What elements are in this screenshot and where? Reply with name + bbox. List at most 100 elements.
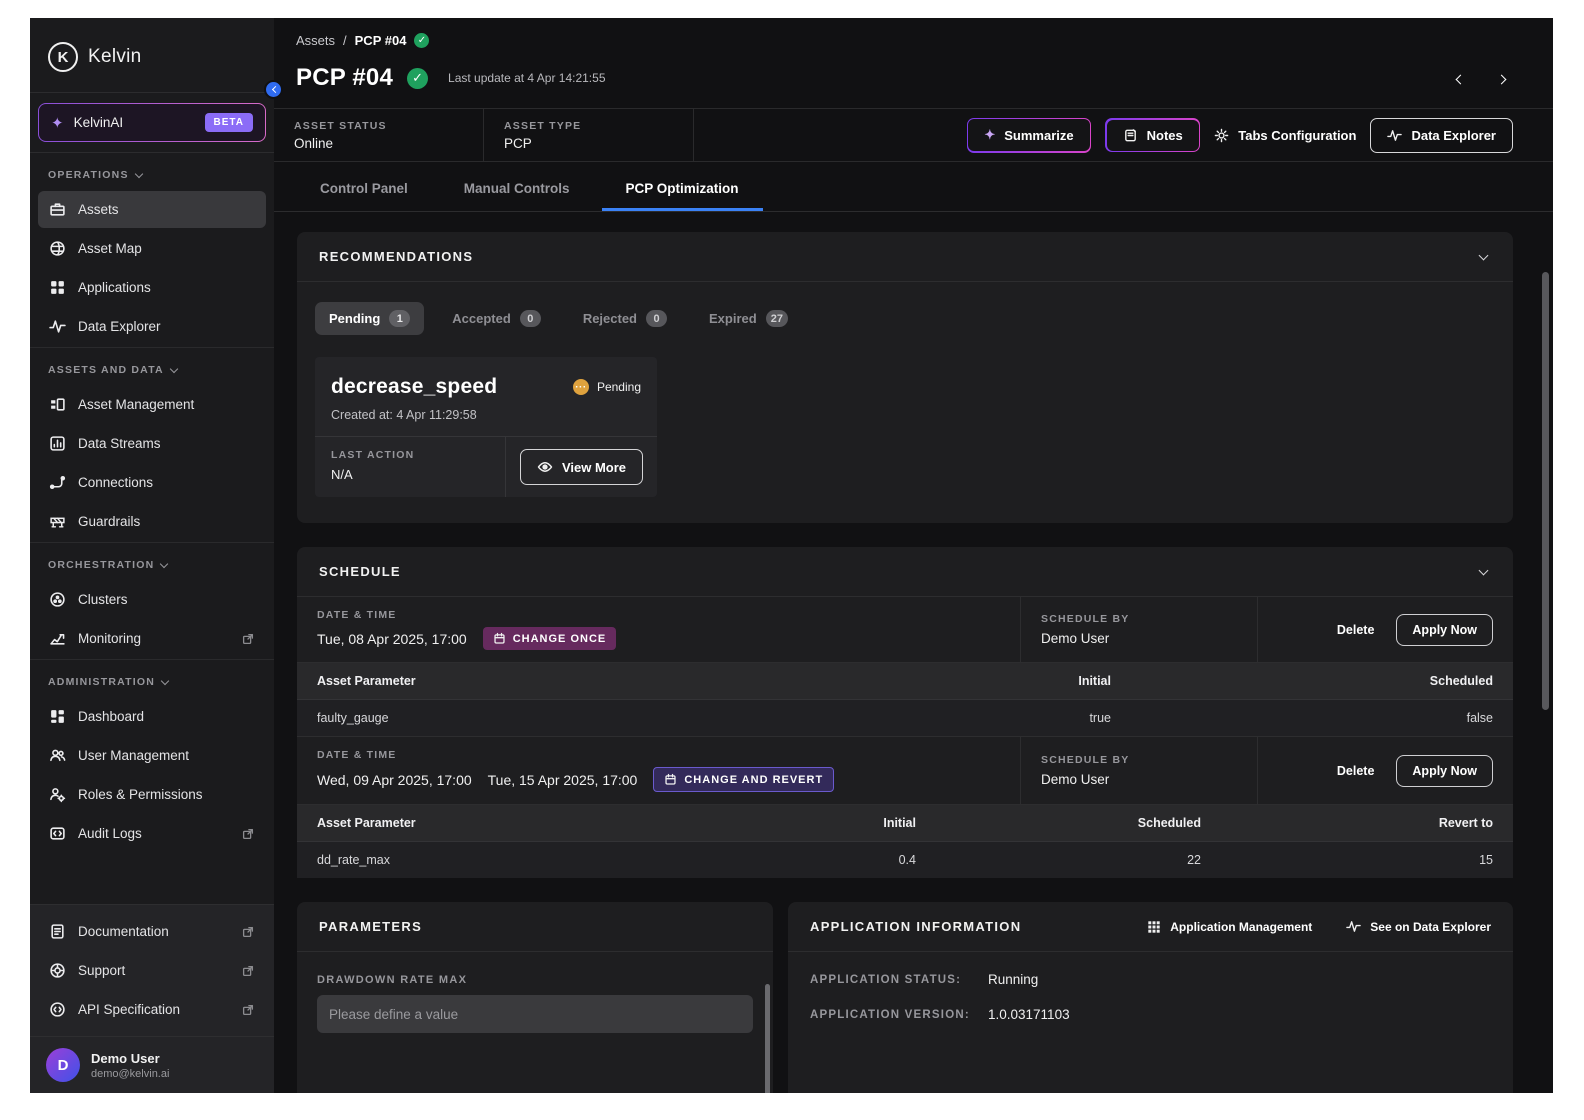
- tabs-configuration-button[interactable]: Tabs Configuration: [1214, 128, 1356, 143]
- sidebar-item-documentation[interactable]: Documentation: [38, 913, 266, 950]
- application-management-link[interactable]: Application Management: [1147, 920, 1312, 934]
- schedule-panel: SCHEDULE DATE & TIME Tue, 08 Apr 2025, 1…: [297, 547, 1513, 878]
- pulse-icon: [1387, 128, 1402, 143]
- sidebar-footer: Documentation Support API Specification: [30, 904, 274, 1036]
- sidebar-item-data-explorer[interactable]: Data Explorer: [38, 308, 266, 345]
- schedule-entry: DATE & TIME Wed, 09 Apr 2025, 17:00 Tue,…: [297, 737, 1513, 805]
- count-badge: 27: [766, 310, 788, 327]
- parameters-scrollbar-thumb[interactable]: [765, 984, 770, 1093]
- sidebar-item-clusters[interactable]: Clusters: [38, 581, 266, 618]
- main-scrollbar-thumb[interactable]: [1542, 272, 1549, 710]
- sidebar-item-user-management[interactable]: User Management: [38, 737, 266, 774]
- sidebar-item-monitoring[interactable]: Monitoring: [38, 620, 266, 657]
- schedule-header[interactable]: SCHEDULE: [297, 547, 1513, 597]
- calendar-icon: [493, 632, 506, 645]
- sidebar: K Kelvin ✦ KelvinAI BETA OPERATIONS Asse…: [30, 18, 274, 1093]
- chevron-down-icon: [160, 559, 168, 567]
- notes-button[interactable]: Notes: [1107, 120, 1199, 151]
- recommendations-header[interactable]: RECOMMENDATIONS: [297, 232, 1513, 282]
- role-gear-icon: [49, 786, 66, 803]
- gear-icon: [1214, 128, 1229, 143]
- prev-asset-button[interactable]: [1453, 67, 1468, 90]
- tab-pcp-optimization[interactable]: PCP Optimization: [602, 166, 763, 211]
- schedule-date: Wed, 09 Apr 2025, 17:00: [317, 772, 472, 788]
- param-revert-to: 15: [1221, 842, 1513, 878]
- section-header[interactable]: ORCHESTRATION: [30, 543, 274, 579]
- sidebar-item-connections[interactable]: Connections: [38, 464, 266, 501]
- sidebar-item-guardrails[interactable]: Guardrails: [38, 503, 266, 540]
- asset-status-bar: ASSET STATUS Online ASSET TYPE PCP ✦ Sum…: [274, 108, 1553, 162]
- chevron-down-icon: [161, 676, 169, 684]
- connections-icon: [49, 474, 66, 491]
- sidebar-item-kelvin-ai[interactable]: ✦ KelvinAI BETA: [38, 103, 266, 142]
- drawdown-rate-max-input[interactable]: [317, 995, 753, 1033]
- user-menu[interactable]: D Demo User demo@kelvin.ai: [30, 1036, 274, 1093]
- schedule-datetime-cell: DATE & TIME Tue, 08 Apr 2025, 17:00 CHAN…: [297, 597, 1020, 662]
- parameters-panel: PARAMETERS DRAWDOWN RATE MAX: [297, 902, 773, 1093]
- tab-bar: Control Panel Manual Controls PCP Optimi…: [274, 166, 1553, 212]
- application-status-row: APPLICATION STATUS: Running: [810, 972, 1491, 987]
- globe-icon: [49, 240, 66, 257]
- view-more-button[interactable]: View More: [520, 449, 643, 485]
- next-asset-button[interactable]: [1494, 67, 1509, 90]
- schedule-table-header: Asset Parameter Initial Scheduled: [297, 663, 1513, 700]
- sidebar-item-asset-map[interactable]: Asset Map: [38, 230, 266, 267]
- summarize-button[interactable]: ✦ Summarize: [968, 119, 1089, 151]
- api-icon: [49, 1001, 66, 1018]
- document-icon: [49, 923, 66, 940]
- chevron-down-icon: [1479, 565, 1489, 575]
- sidebar-item-asset-management[interactable]: Asset Management: [38, 386, 266, 423]
- grid-icon: [49, 279, 66, 296]
- sidebar-item-applications[interactable]: Applications: [38, 269, 266, 306]
- see-on-data-explorer-link[interactable]: See on Data Explorer: [1346, 919, 1491, 934]
- section-header[interactable]: OPERATIONS: [30, 153, 274, 189]
- last-update-text: Last update at 4 Apr 14:21:55: [448, 71, 605, 85]
- param-initial: 0.4: [656, 842, 936, 878]
- filter-rejected[interactable]: Rejected 0: [569, 302, 681, 335]
- sidebar-item-data-streams[interactable]: Data Streams: [38, 425, 266, 462]
- param-scheduled: 22: [936, 842, 1221, 878]
- delete-button[interactable]: Delete: [1337, 623, 1375, 637]
- section-header[interactable]: ASSETS AND DATA: [30, 348, 274, 384]
- sidebar-section-operations: OPERATIONS Assets Asset Map Applications…: [30, 153, 274, 345]
- sidebar-item-support[interactable]: Support: [38, 952, 266, 989]
- breadcrumb-assets[interactable]: Assets: [296, 33, 335, 48]
- sidebar-item-api-specification[interactable]: API Specification: [38, 991, 266, 1028]
- apply-now-button[interactable]: Apply Now: [1396, 614, 1493, 646]
- sidebar-item-assets[interactable]: Assets: [38, 191, 266, 228]
- monitoring-icon: [49, 630, 66, 647]
- count-badge: 0: [646, 310, 667, 327]
- sidebar-collapse-button[interactable]: [264, 80, 283, 99]
- filter-expired[interactable]: Expired 27: [695, 302, 802, 335]
- breadcrumb: Assets / PCP #04 ✓: [274, 18, 1553, 58]
- tab-manual-controls[interactable]: Manual Controls: [440, 166, 594, 211]
- kelvin-logo-icon: K: [48, 42, 78, 72]
- filter-pending[interactable]: Pending 1: [315, 302, 424, 335]
- page-title: PCP #04: [296, 64, 393, 92]
- application-information-header: APPLICATION INFORMATION Application Mana…: [788, 902, 1513, 952]
- data-explorer-button[interactable]: Data Explorer: [1370, 118, 1513, 153]
- chevron-left-icon: [272, 86, 279, 93]
- sidebar-item-audit-logs[interactable]: Audit Logs: [38, 815, 266, 852]
- filter-accepted[interactable]: Accepted 0: [438, 302, 555, 335]
- tab-control-panel[interactable]: Control Panel: [296, 166, 432, 211]
- drawdown-rate-max-label: DRAWDOWN RATE MAX: [317, 974, 753, 986]
- sidebar-item-roles-permissions[interactable]: Roles & Permissions: [38, 776, 266, 813]
- last-action-cell: LAST ACTION N/A: [315, 437, 506, 497]
- asset-status-value: Online: [294, 136, 463, 151]
- section-header[interactable]: ADMINISTRATION: [30, 660, 274, 696]
- schedule-table-row: dd_rate_max 0.4 22 15: [297, 842, 1513, 878]
- sidebar-item-dashboard[interactable]: Dashboard: [38, 698, 266, 735]
- chevron-right-icon: [1497, 74, 1507, 84]
- apply-now-button[interactable]: Apply Now: [1396, 755, 1493, 787]
- logo-text: Kelvin: [88, 46, 142, 68]
- param-initial: true: [731, 700, 1131, 736]
- sidebar-section-administration: ADMINISTRATION Dashboard User Management…: [30, 659, 274, 852]
- schedule-by-cell: SCHEDULE BY Demo User: [1020, 737, 1258, 804]
- schedule-by-value: Demo User: [1041, 772, 1237, 787]
- barrier-icon: [49, 513, 66, 530]
- sidebar-section-orchestration: ORCHESTRATION Clusters Monitoring: [30, 542, 274, 657]
- schedule-revert-date: Tue, 15 Apr 2025, 17:00: [488, 772, 638, 788]
- user-name: Demo User: [91, 1051, 169, 1066]
- delete-button[interactable]: Delete: [1337, 764, 1375, 778]
